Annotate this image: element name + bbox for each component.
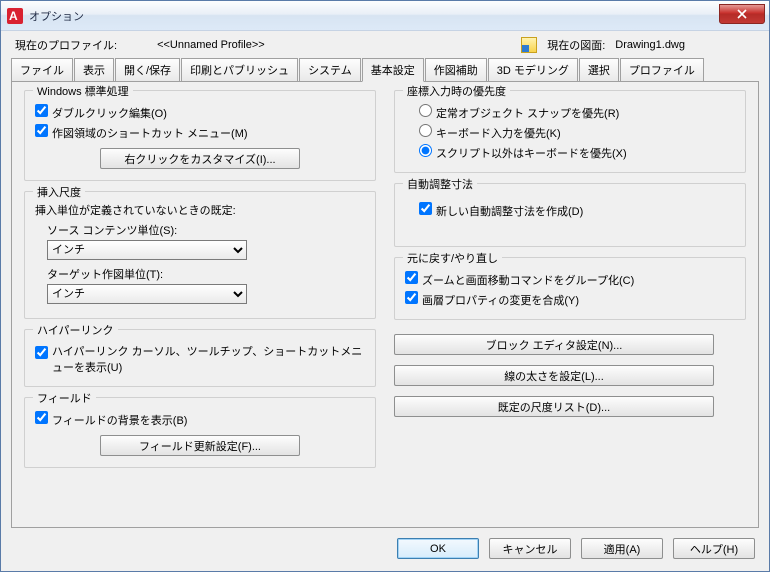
chk-group-zoom-pan[interactable]: ズームと画面移動コマンドをグループ化(C): [405, 271, 634, 288]
insert-scale-desc: 挿入単位が定義されていないときの既定:: [35, 202, 365, 218]
options-dialog: オプション 現在のプロファイル: <<Unnamed Profile>> 現在の…: [0, 0, 770, 572]
chk-field-bg[interactable]: フィールドの背景を表示(B): [35, 411, 187, 428]
group-windows-std: Windows 標準処理 ダブルクリック編集(O) 作図領域のショートカット メ…: [24, 90, 376, 181]
profile-value: <<Unnamed Profile>>: [157, 39, 265, 51]
tab-7[interactable]: 3D モデリング: [488, 58, 578, 81]
chk-hyperlink-show[interactable]: ハイパーリンク カーソル、ツールチップ、ショートカットメニューを表示(U): [35, 343, 365, 375]
drawing-value: Drawing1.dwg: [615, 39, 685, 51]
group-coord-priority: 座標入力時の優先度 定常オブジェクト スナップを優先(R) キーボード入力を優先…: [394, 90, 746, 173]
select-source-units[interactable]: インチ: [47, 240, 247, 260]
tab-5[interactable]: 基本設定: [362, 58, 424, 82]
tab-3[interactable]: 印刷とパブリッシュ: [181, 58, 298, 81]
btn-lineweight-settings[interactable]: 線の太さを設定(L)...: [394, 365, 714, 386]
chk-new-autodim[interactable]: 新しい自動調整寸法を作成(D): [419, 202, 583, 219]
legend: 自動調整寸法: [403, 176, 477, 192]
profile-label: 現在のプロファイル:: [15, 37, 117, 53]
radio-keyboard-priority[interactable]: キーボード入力を優先(K): [419, 124, 561, 141]
radio-osnap-priority[interactable]: 定常オブジェクト スナップを優先(R): [419, 104, 619, 121]
legend: ハイパーリンク: [33, 322, 118, 338]
cancel-button[interactable]: キャンセル: [489, 538, 571, 559]
tab-2[interactable]: 開く/保存: [115, 58, 180, 81]
profile-line: 現在のプロファイル: <<Unnamed Profile>> 現在の図面: Dr…: [1, 31, 769, 57]
legend: Windows 標準処理: [33, 83, 133, 99]
group-hyperlink: ハイパーリンク ハイパーリンク カーソル、ツールチップ、ショートカットメニューを…: [24, 329, 376, 387]
close-icon: [737, 9, 747, 19]
group-insert-scale: 挿入尺度 挿入単位が定義されていないときの既定: ソース コンテンツ単位(S):…: [24, 191, 376, 319]
chk-combine-layer-prop[interactable]: 画層プロパティの変更を合成(Y): [405, 291, 579, 308]
label-target-units: ターゲット作図単位(T):: [47, 266, 365, 282]
dialog-footer: OK キャンセル 適用(A) ヘルプ(H): [1, 528, 769, 571]
btn-rclick-customize[interactable]: 右クリックをカスタマイズ(I)...: [100, 148, 300, 169]
legend: 元に戻す/やり直し: [403, 250, 502, 266]
tab-8[interactable]: 選択: [579, 58, 619, 81]
btn-block-editor-settings[interactable]: ブロック エディタ設定(N)...: [394, 334, 714, 355]
ok-button[interactable]: OK: [397, 538, 479, 559]
legend: 挿入尺度: [33, 184, 85, 200]
apply-button[interactable]: 適用(A): [581, 538, 663, 559]
btn-field-update[interactable]: フィールド更新設定(F)...: [100, 435, 300, 456]
group-auto-dim: 自動調整寸法 新しい自動調整寸法を作成(D): [394, 183, 746, 247]
legend: フィールド: [33, 390, 96, 406]
drawing-icon: [521, 37, 537, 53]
btn-default-scale-list[interactable]: 既定の尺度リスト(D)...: [394, 396, 714, 417]
drawing-label: 現在の図面:: [547, 37, 605, 53]
chk-dblclick-edit[interactable]: ダブルクリック編集(O): [35, 104, 167, 121]
help-button[interactable]: ヘルプ(H): [673, 538, 755, 559]
select-target-units[interactable]: インチ: [47, 284, 247, 304]
close-button[interactable]: [719, 4, 765, 24]
tab-0[interactable]: ファイル: [11, 58, 73, 81]
tab-1[interactable]: 表示: [74, 58, 114, 81]
tab-strip: ファイル表示開く/保存印刷とパブリッシュシステム基本設定作図補助3D モデリング…: [1, 57, 769, 81]
label-source-units: ソース コンテンツ単位(S):: [47, 222, 365, 238]
tab-9[interactable]: プロファイル: [620, 58, 704, 81]
legend: 座標入力時の優先度: [403, 83, 510, 99]
tab-panel-basic: Windows 標準処理 ダブルクリック編集(O) 作図領域のショートカット メ…: [11, 81, 759, 528]
app-icon: [7, 8, 23, 24]
titlebar: オプション: [1, 1, 769, 31]
tab-6[interactable]: 作図補助: [425, 58, 487, 81]
tab-4[interactable]: システム: [299, 58, 361, 81]
radio-keyboard-except-script[interactable]: スクリプト以外はキーボードを優先(X): [419, 144, 627, 161]
chk-shortcut-menu[interactable]: 作図領域のショートカット メニュー(M): [35, 124, 248, 141]
group-undo-redo: 元に戻す/やり直し ズームと画面移動コマンドをグループ化(C) 画層プロパティの…: [394, 257, 746, 320]
group-field: フィールド フィールドの背景を表示(B) フィールド更新設定(F)...: [24, 397, 376, 468]
window-title: オプション: [29, 8, 84, 24]
